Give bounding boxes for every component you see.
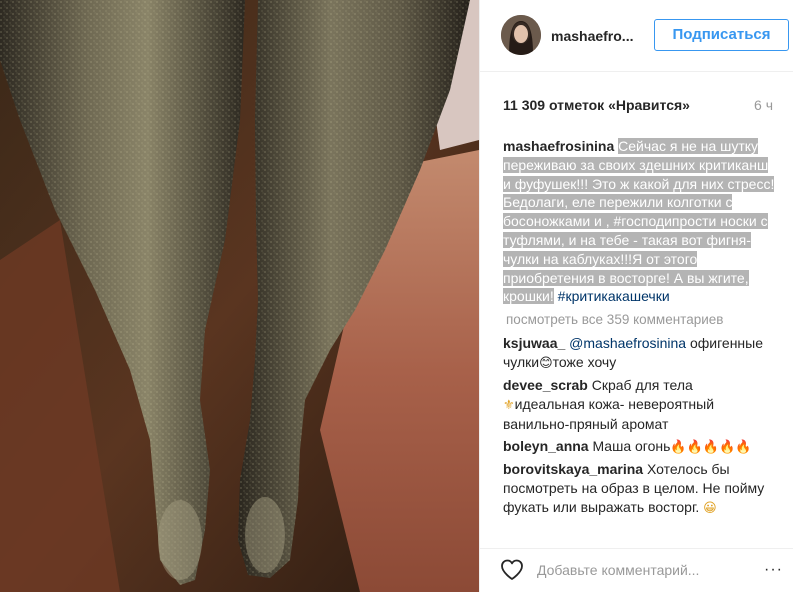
post-time[interactable]: 6 ч xyxy=(754,96,773,114)
photo-image xyxy=(0,0,479,592)
comment-item: ksjuwaa_ @mashaefrosinina офигенные чулк… xyxy=(503,334,775,373)
comment-item: boleyn_anna Маша огонь🔥🔥🔥🔥🔥 xyxy=(503,437,775,457)
view-all-comments-link[interactable]: посмотреть все 359 комментариев xyxy=(503,311,775,329)
comment-username[interactable]: borovitskaya_marina xyxy=(503,461,643,477)
comment-text-continued: идеальная кожа- невероятный ванильно-пря… xyxy=(503,396,715,433)
comment-username[interactable]: devee_scrab xyxy=(503,377,588,393)
comment-username[interactable]: ksjuwaa_ xyxy=(503,335,565,351)
comments-list: mashaefrosinina Сейчас я не на шутку пер… xyxy=(503,137,775,521)
post-caption: mashaefrosinina Сейчас я не на шутку пер… xyxy=(503,137,775,306)
comment-text: Маша огонь xyxy=(588,438,671,455)
caption-text: Сейчас я не на шутку переживаю за своих … xyxy=(503,138,775,305)
comment-username[interactable]: boleyn_anna xyxy=(503,438,589,454)
grin-emoji: 😀 xyxy=(703,501,717,517)
add-comment-input[interactable] xyxy=(537,559,757,581)
caption-username[interactable]: mashaefrosinina xyxy=(503,138,614,154)
smile-emoji: 😊 xyxy=(539,356,553,372)
post-sidebar: mashaefro... Подписаться 11 309 отметок … xyxy=(479,0,793,592)
heart-icon[interactable] xyxy=(499,557,525,583)
comment-text-continued: тоже хочу xyxy=(552,354,617,371)
more-options-icon[interactable]: ··· xyxy=(764,561,783,579)
comment-text: Скраб для тела xyxy=(587,377,693,394)
avatar[interactable] xyxy=(501,15,541,55)
comment-mention[interactable]: @mashaefrosinina xyxy=(569,335,686,351)
follow-button[interactable]: Подписаться xyxy=(654,19,789,51)
comment-item: devee_scrab Скраб для тела ⚜идеальная ко… xyxy=(503,376,775,434)
instagram-post-view: mashaefro... Подписаться 11 309 отметок … xyxy=(0,0,793,592)
likes-count[interactable]: 11 309 отметок «Нравится» xyxy=(503,96,690,114)
comment-bar: ··· xyxy=(480,548,793,592)
comment-item: borovitskaya_marina Хотелось бы посмотре… xyxy=(503,460,775,518)
header-username[interactable]: mashaefro... xyxy=(551,27,633,45)
fleur-de-lis-emoji: ⚜ xyxy=(503,398,515,414)
avatar-image xyxy=(501,15,541,55)
post-header: mashaefro... Подписаться xyxy=(480,0,793,72)
fire-emoji: 🔥🔥🔥🔥🔥 xyxy=(670,440,752,456)
post-photo[interactable] xyxy=(0,0,479,592)
likes-row: 11 309 отметок «Нравится» 6 ч xyxy=(503,96,773,114)
caption-hashtag[interactable]: #критикакашечки xyxy=(558,288,670,304)
